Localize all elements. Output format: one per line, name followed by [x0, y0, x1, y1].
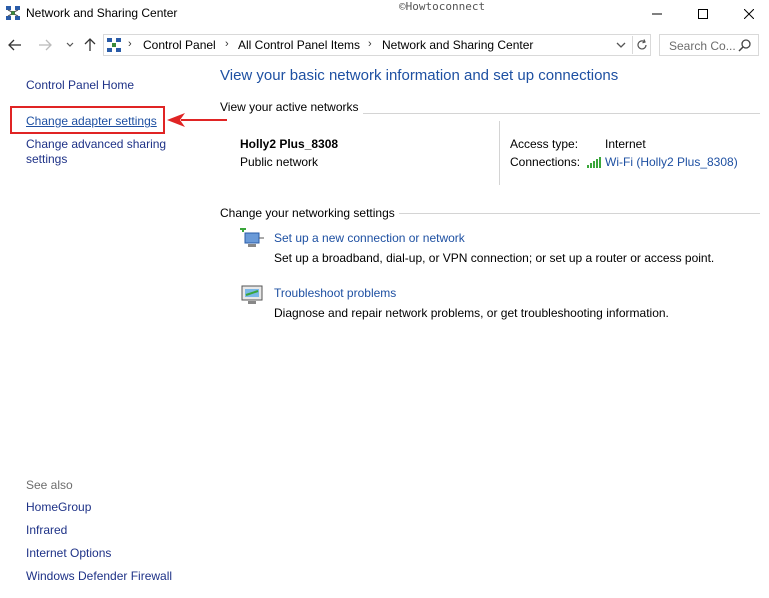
setup-connection-link[interactable]: Set up a new connection or network	[274, 231, 465, 245]
change-adapter-settings-link[interactable]: Change adapter settings	[26, 114, 157, 129]
maximize-button[interactable]	[680, 0, 726, 28]
recent-locations-button[interactable]	[61, 36, 79, 54]
window-title: Network and Sharing Center	[26, 6, 178, 20]
search-icon[interactable]	[738, 38, 752, 52]
refresh-icon	[636, 39, 647, 50]
control-panel-home-link[interactable]: Control Panel Home	[26, 78, 134, 93]
watermark: ©Howtoconnect	[399, 0, 486, 13]
minimize-icon	[652, 13, 662, 15]
breadcrumb-all-items[interactable]: All Control Panel Items	[238, 38, 360, 52]
breadcrumb-network-center[interactable]: Network and Sharing Center	[382, 38, 533, 52]
wifi-connection-link[interactable]: Wi-Fi (Holly2 Plus_8308)	[587, 155, 738, 169]
title-bar: Network and Sharing Center ©Howtoconnect	[0, 0, 769, 28]
setup-connection-description: Set up a broadband, dial-up, or VPN conn…	[274, 251, 715, 265]
navigation-bar: › Control Panel › All Control Panel Item…	[0, 30, 769, 60]
breadcrumb-separator-icon[interactable]: ›	[225, 38, 229, 50]
search-input[interactable]: Search Co...	[659, 34, 759, 56]
breadcrumb-control-panel[interactable]: Control Panel	[143, 38, 216, 52]
chevron-down-icon	[66, 42, 74, 47]
internet-options-link[interactable]: Internet Options	[26, 546, 111, 560]
network-name: Holly2 Plus_8308	[240, 137, 339, 151]
access-type-label: Access type:	[510, 137, 579, 151]
refresh-button[interactable]	[632, 36, 650, 54]
up-button[interactable]	[81, 36, 99, 54]
troubleshoot-problems-link[interactable]: Troubleshoot problems	[274, 286, 396, 300]
troubleshoot-icon	[240, 284, 264, 306]
active-networks-heading: View your active networks	[220, 100, 363, 114]
wifi-signal-icon	[587, 157, 601, 168]
back-button[interactable]	[6, 36, 24, 54]
forward-arrow-icon	[39, 39, 52, 51]
see-also-heading: See also	[26, 478, 73, 492]
change-settings-heading: Change your networking settings	[220, 206, 399, 220]
left-task-pane: Control Panel Home Change adapter settin…	[0, 62, 200, 598]
forward-button[interactable]	[36, 36, 54, 54]
network-type: Public network	[240, 155, 319, 169]
breadcrumb-separator-icon[interactable]: ›	[368, 38, 372, 50]
close-icon	[744, 9, 754, 19]
pointer-arrow-icon	[167, 113, 227, 127]
wifi-connection-label: Wi-Fi (Holly2 Plus_8308)	[605, 155, 738, 169]
connections-label: Connections:	[510, 155, 581, 169]
close-button[interactable]	[726, 0, 769, 28]
infrared-link[interactable]: Infrared	[26, 523, 67, 537]
chevron-down-icon	[616, 42, 626, 48]
up-arrow-icon	[84, 38, 96, 51]
breadcrumb-separator-icon[interactable]: ›	[128, 38, 132, 50]
new-connection-icon	[240, 226, 264, 250]
troubleshoot-description: Diagnose and repair network problems, or…	[274, 306, 669, 320]
back-arrow-icon	[8, 39, 21, 51]
control-panel-icon	[107, 38, 121, 52]
maximize-icon	[698, 9, 708, 19]
page-title: View your basic network information and …	[220, 67, 619, 84]
network-center-icon	[6, 6, 20, 20]
address-dropdown-button[interactable]	[614, 38, 628, 52]
search-placeholder: Search Co...	[669, 39, 736, 53]
windows-defender-firewall-link[interactable]: Windows Defender Firewall	[26, 569, 172, 583]
address-bar[interactable]: › Control Panel › All Control Panel Item…	[103, 34, 651, 56]
homegroup-link[interactable]: HomeGroup	[26, 500, 91, 514]
access-type-value: Internet	[605, 137, 646, 151]
vertical-divider	[499, 121, 500, 185]
minimize-button[interactable]	[634, 0, 680, 28]
change-advanced-sharing-link[interactable]: Change advanced sharing settings	[26, 137, 186, 167]
